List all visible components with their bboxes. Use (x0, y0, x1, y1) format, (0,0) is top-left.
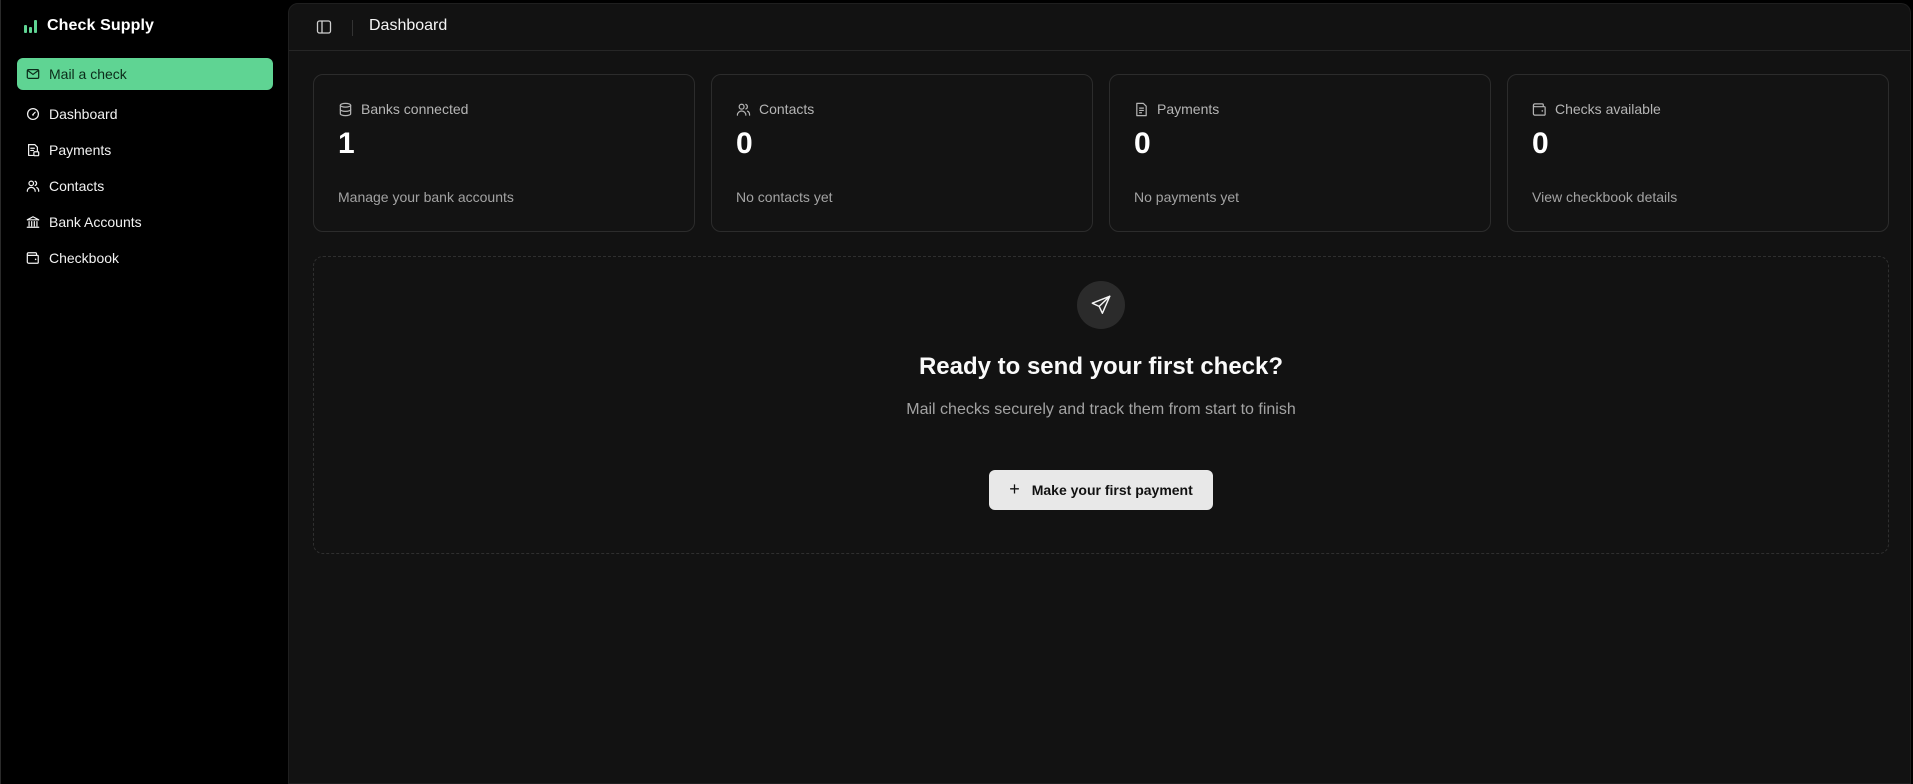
sidebar-item-label: Contacts (49, 178, 105, 194)
card-header: Payments (1134, 101, 1219, 117)
empty-state-subtitle: Mail checks securely and track them from… (906, 401, 1296, 418)
database-icon (339, 102, 352, 116)
sidebar-item-payments[interactable]: Payments (17, 132, 273, 168)
button-label: Make your first payment (1031, 482, 1193, 498)
card-label: Banks connected (361, 101, 469, 117)
card-value: 0 (736, 127, 753, 160)
card-subtitle: Manage your bank accounts (338, 189, 514, 205)
make-first-payment-button[interactable]: + Make your first payment (989, 470, 1213, 510)
card-subtitle: No contacts yet (736, 189, 833, 205)
send-icon-container (1077, 281, 1125, 329)
empty-state-title: Ready to send your first check? (918, 353, 1284, 380)
stats-cards: Banks connected 1 Manage your bank accou… (313, 74, 1889, 232)
users-icon (26, 180, 40, 192)
sidebar-item-label: Bank Accounts (49, 214, 142, 230)
card-value: 1 (338, 127, 355, 160)
card-label: Payments (1157, 101, 1220, 117)
stat-card-contacts[interactable]: Contacts 0 No contacts yet (711, 74, 1093, 232)
brand[interactable]: Check Supply (23, 14, 154, 38)
file-icon (1136, 102, 1147, 116)
sidebar-nav: Dashboard Payments Contacts Bank Account… (17, 96, 273, 276)
page-title: Dashboard (369, 17, 448, 34)
card-header: Banks connected (338, 101, 468, 117)
divider (352, 20, 353, 36)
stat-card-banks-connected[interactable]: Banks connected 1 Manage your bank accou… (313, 74, 695, 232)
card-label: Checks available (1555, 101, 1661, 117)
plus-icon: + (1009, 479, 1020, 499)
sidebar-item-checkbook[interactable]: Checkbook (17, 240, 273, 276)
mail-icon (26, 69, 40, 79)
card-header: Checks available (1532, 101, 1661, 117)
users-icon (736, 103, 751, 116)
sidebar-item-label: Payments (49, 142, 112, 158)
card-subtitle: No payments yet (1134, 189, 1240, 205)
card-value: 0 (1134, 127, 1151, 160)
main-content: Dashboard Banks connected 1 Manage your … (288, 3, 1911, 784)
card-value: 0 (1532, 127, 1549, 160)
wallet-icon (26, 252, 39, 264)
send-icon (1091, 295, 1111, 314)
sidebar-item-contacts[interactable]: Contacts (17, 168, 273, 204)
mail-a-check-button[interactable]: Mail a check (17, 58, 273, 90)
sidebar: Check Supply Mail a check Dashboard Paym… (0, 0, 288, 784)
top-bar: Dashboard (289, 4, 1910, 51)
stat-card-payments[interactable]: Payments 0 No payments yet (1109, 74, 1491, 232)
app-window: Check Supply Mail a check Dashboard Paym… (0, 0, 1913, 784)
sidebar-toggle-icon (316, 20, 332, 34)
bank-icon (26, 216, 40, 228)
sidebar-item-label: Dashboard (49, 106, 118, 122)
app-name: Check Supply (47, 17, 155, 34)
stat-card-checks-available[interactable]: Checks available 0 View checkbook detail… (1507, 74, 1889, 232)
mail-a-check-label: Mail a check (49, 66, 127, 82)
payments-icon (28, 143, 40, 157)
sidebar-item-dashboard[interactable]: Dashboard (17, 96, 273, 132)
sidebar-toggle-button[interactable] (314, 17, 334, 37)
wallet-icon (1532, 102, 1546, 116)
card-header: Contacts (736, 101, 814, 117)
sidebar-item-label: Checkbook (49, 250, 120, 266)
sidebar-item-bank-accounts[interactable]: Bank Accounts (17, 204, 273, 240)
check-supply-logo-icon (24, 20, 37, 33)
gauge-icon (26, 107, 40, 121)
empty-state: Ready to send your first check? Mail che… (313, 256, 1889, 554)
card-subtitle: View checkbook details (1532, 189, 1678, 205)
card-label: Contacts (759, 101, 815, 117)
